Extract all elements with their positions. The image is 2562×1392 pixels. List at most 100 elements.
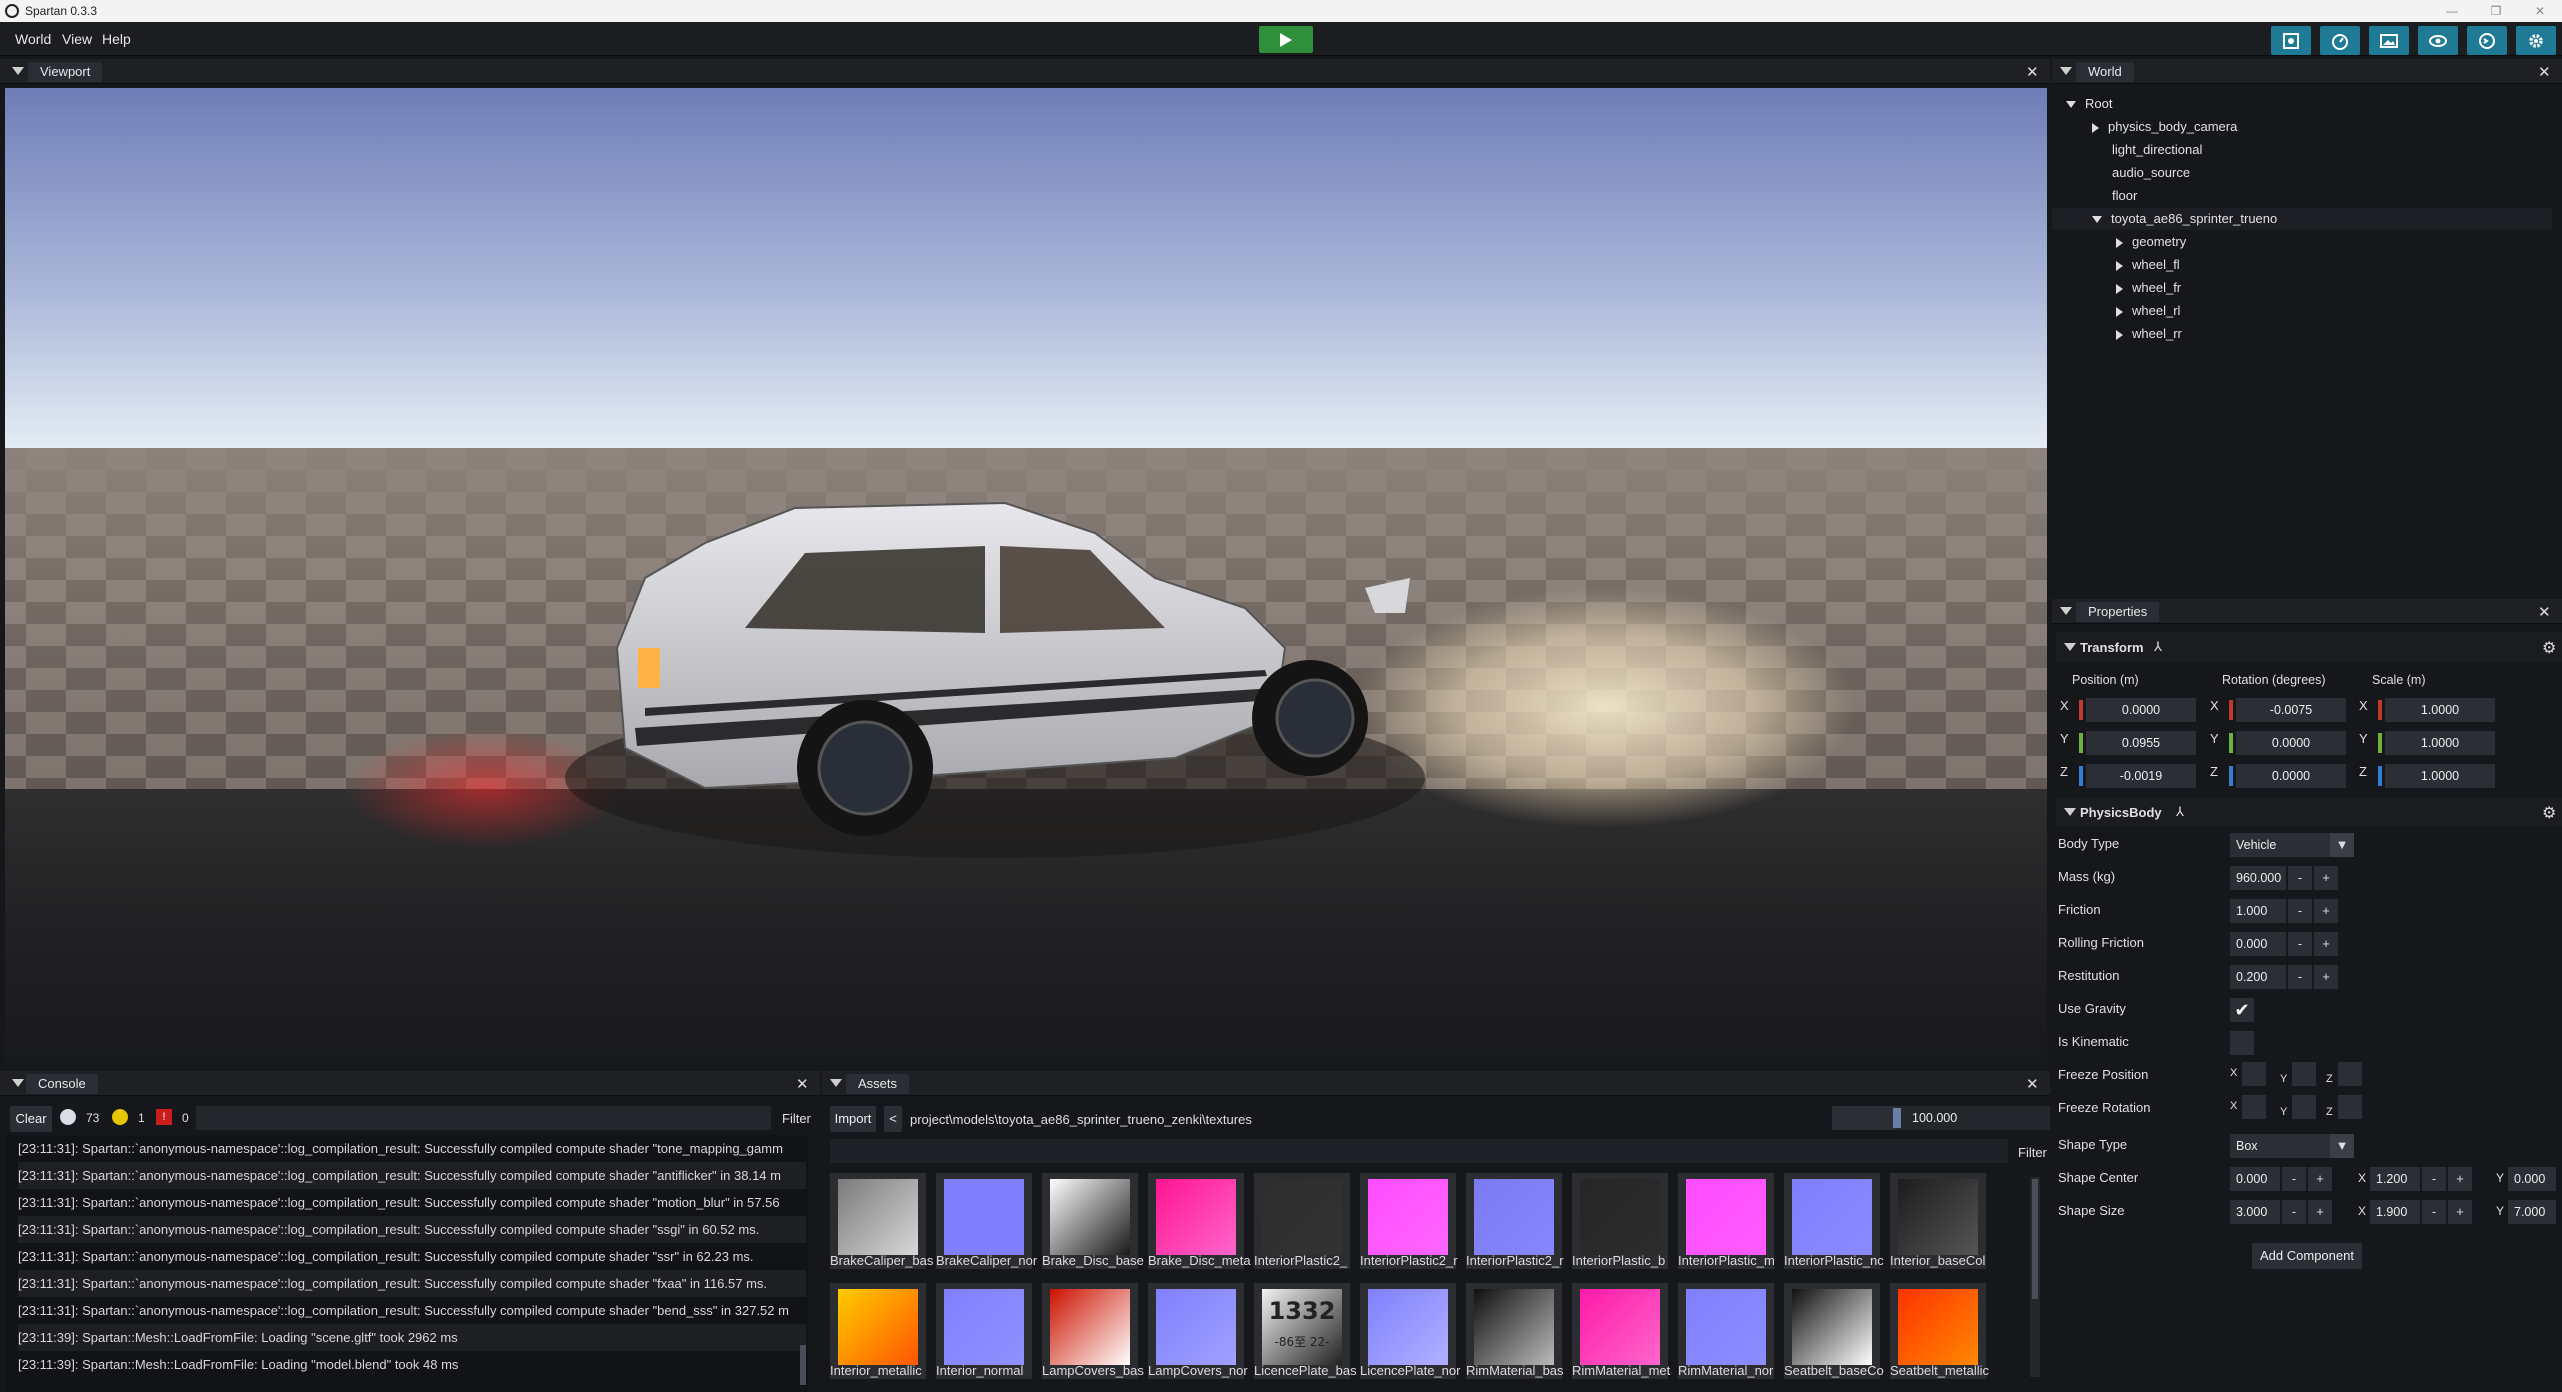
menu-help[interactable]: Help	[102, 31, 131, 47]
tree-item-floor[interactable]: floor	[2112, 185, 2137, 207]
assets-scrollbar[interactable]	[2032, 1179, 2038, 1299]
shape-size-z-field[interactable]: 7.000	[2508, 1200, 2556, 1224]
asset-thumbnail[interactable]: RimMaterial_met	[1572, 1283, 1670, 1379]
close-properties-button[interactable]: ✕	[2538, 603, 2551, 621]
shape-size-x-increment[interactable]: +	[2308, 1200, 2332, 1224]
collapse-icon[interactable]	[12, 1079, 24, 1087]
use-gravity-checkbox[interactable]: ✔	[2230, 998, 2254, 1022]
collapse-icon[interactable]	[830, 1079, 842, 1087]
rolling-decrement-button[interactable]: -	[2288, 932, 2312, 956]
shape-size-x-field[interactable]: 3.000	[2230, 1200, 2280, 1224]
shape-center-y-field[interactable]: 1.200	[2370, 1167, 2420, 1191]
zoom-slider-knob[interactable]	[1893, 1108, 1902, 1128]
tree-root[interactable]: Root	[2066, 93, 2112, 115]
minimize-button[interactable]: —	[2430, 0, 2474, 22]
asset-thumbnail[interactable]: InteriorPlastic_nc	[1784, 1173, 1884, 1269]
freeze-rotation-x-checkbox[interactable]	[2242, 1095, 2266, 1119]
rotation-y-field[interactable]: 0.0000	[2236, 731, 2346, 755]
asset-thumbnail[interactable]: 1332 -86至 22- LicencePlate_bas	[1254, 1283, 1357, 1379]
asset-thumbnail[interactable]: BrakeCaliper_nor	[936, 1173, 1037, 1269]
asset-thumbnail[interactable]: Seatbelt_baseCo	[1784, 1283, 1884, 1379]
rolling-friction-field[interactable]: 0.000	[2230, 932, 2286, 956]
asset-thumbnail[interactable]: InteriorPlastic2_r	[1360, 1173, 1458, 1269]
profiler-button[interactable]	[2320, 26, 2360, 55]
mass-decrement-button[interactable]: -	[2288, 866, 2312, 890]
scale-z-field[interactable]: 1.0000	[2385, 764, 2495, 788]
shape-center-y-increment[interactable]: +	[2448, 1167, 2472, 1191]
asset-thumbnail[interactable]: LampCovers_nor	[1148, 1283, 1248, 1379]
asset-thumbnail[interactable]: Interior_normal	[936, 1283, 1032, 1379]
console-scrollbar[interactable]	[800, 1345, 806, 1385]
image-button[interactable]	[2369, 26, 2409, 55]
position-z-field[interactable]: -0.0019	[2086, 764, 2196, 788]
asset-thumbnail[interactable]: Brake_Disc_base	[1042, 1173, 1144, 1269]
rotation-z-field[interactable]: 0.0000	[2236, 764, 2346, 788]
position-y-field[interactable]: 0.0955	[2086, 731, 2196, 755]
tab-viewport[interactable]: Viewport	[28, 62, 103, 82]
asset-thumbnail[interactable]: Interior_baseCol	[1890, 1173, 1986, 1269]
close-assets-button[interactable]: ✕	[2026, 1075, 2039, 1093]
menu-world[interactable]: World	[15, 31, 51, 47]
tab-console[interactable]: Console	[26, 1074, 98, 1094]
expand-icon[interactable]	[2116, 329, 2123, 340]
scale-y-field[interactable]: 1.0000	[2385, 731, 2495, 755]
freeze-rotation-y-checkbox[interactable]	[2292, 1095, 2316, 1119]
collapse-icon[interactable]	[2060, 607, 2072, 615]
close-world-button[interactable]: ✕	[2538, 63, 2551, 81]
scene-view[interactable]	[5, 88, 2047, 1065]
restitution-increment-button[interactable]: +	[2314, 965, 2338, 989]
position-x-field[interactable]: 0.0000	[2086, 698, 2196, 722]
zoom-slider[interactable]: 100.000	[1832, 1106, 2050, 1130]
shape-center-y-decrement[interactable]: -	[2422, 1167, 2446, 1191]
friction-field[interactable]: 1.000	[2230, 899, 2286, 923]
asset-thumbnail[interactable]: LicencePlate_nor	[1360, 1283, 1460, 1379]
tree-item-wheel-rl[interactable]: wheel_rl	[2116, 300, 2180, 322]
asset-thumbnail[interactable]: InteriorPlastic2_	[1254, 1173, 1350, 1269]
visibility-button[interactable]	[2418, 26, 2458, 55]
expand-icon[interactable]	[2116, 306, 2123, 317]
expand-icon[interactable]	[2116, 237, 2123, 248]
collapse-icon[interactable]	[2064, 643, 2076, 651]
tab-assets[interactable]: Assets	[846, 1074, 910, 1094]
settings-button[interactable]	[2516, 26, 2556, 55]
freeze-position-x-checkbox[interactable]	[2242, 1062, 2266, 1086]
chevron-down-icon[interactable]: ▼	[2330, 833, 2354, 857]
tree-item-audio-source[interactable]: audio_source	[2112, 162, 2190, 184]
tree-item-toyota-ae86[interactable]: toyota_ae86_sprinter_trueno	[2052, 208, 2552, 230]
close-window-button[interactable]: ✕	[2518, 0, 2562, 22]
shape-center-x-decrement[interactable]: -	[2282, 1167, 2306, 1191]
asset-thumbnail[interactable]: InteriorPlastic_b	[1572, 1173, 1668, 1269]
shape-size-y-field[interactable]: 1.900	[2370, 1200, 2420, 1224]
info-icon[interactable]	[60, 1109, 76, 1125]
asset-thumbnail[interactable]: BrakeCaliper_bas	[830, 1173, 933, 1269]
add-component-button[interactable]: Add Component	[2252, 1243, 2362, 1269]
warning-icon[interactable]	[112, 1109, 128, 1125]
freeze-position-z-checkbox[interactable]	[2338, 1062, 2362, 1086]
maximize-button[interactable]: ❐	[2474, 0, 2518, 22]
asset-thumbnail[interactable]: RimMaterial_nor	[1678, 1283, 1774, 1379]
transform-section-header[interactable]: Transform ⅄ ⚙	[2056, 632, 2562, 662]
back-button[interactable]: <	[884, 1106, 902, 1132]
console-filter-input[interactable]	[196, 1106, 771, 1130]
tree-item-light-directional[interactable]: light_directional	[2112, 139, 2202, 161]
tree-item-geometry[interactable]: geometry	[2116, 231, 2186, 253]
friction-increment-button[interactable]: +	[2314, 899, 2338, 923]
script-button[interactable]	[2467, 26, 2507, 55]
play-button[interactable]	[1259, 26, 1313, 53]
shape-center-x-field[interactable]: 0.000	[2230, 1167, 2280, 1191]
restitution-field[interactable]: 0.200	[2230, 965, 2286, 989]
shape-size-x-decrement[interactable]: -	[2282, 1200, 2306, 1224]
is-kinematic-checkbox[interactable]	[2230, 1031, 2254, 1055]
screenshot-button[interactable]	[2271, 26, 2311, 55]
gear-icon[interactable]: ⚙	[2542, 638, 2556, 658]
asset-thumbnail[interactable]: Interior_metallic	[830, 1283, 926, 1379]
asset-thumbnail[interactable]: InteriorPlastic2_r	[1466, 1173, 1564, 1269]
body-type-select[interactable]: Vehicle	[2230, 833, 2330, 857]
shape-center-z-field[interactable]: 0.000	[2508, 1167, 2556, 1191]
import-button[interactable]: Import	[830, 1106, 876, 1132]
restitution-decrement-button[interactable]: -	[2288, 965, 2312, 989]
tree-item-wheel-rr[interactable]: wheel_rr	[2116, 323, 2182, 345]
friction-decrement-button[interactable]: -	[2288, 899, 2312, 923]
freeze-position-y-checkbox[interactable]	[2292, 1062, 2316, 1086]
close-console-button[interactable]: ✕	[796, 1075, 809, 1093]
